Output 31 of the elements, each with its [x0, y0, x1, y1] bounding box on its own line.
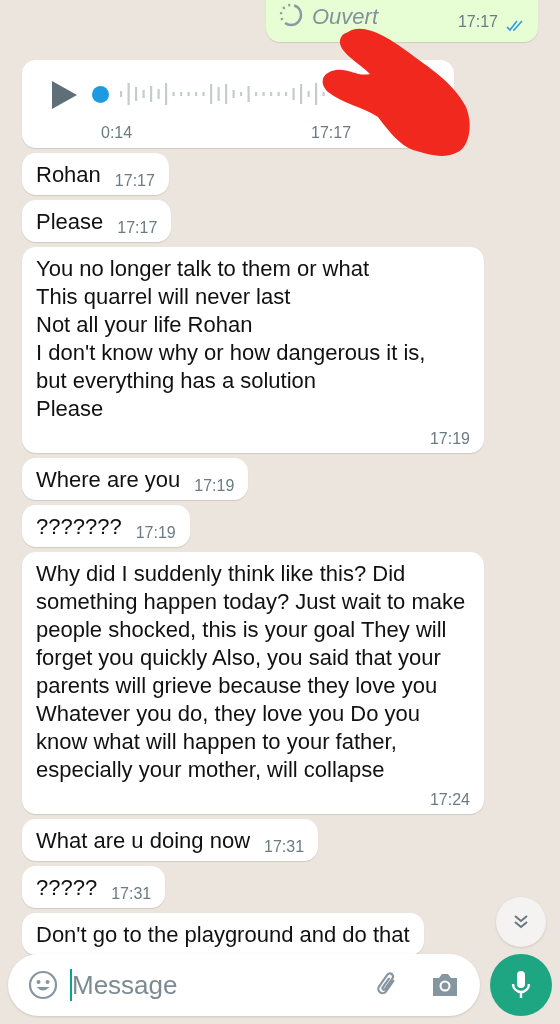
voice-duration: 0:14: [101, 123, 133, 143]
message-text: ?????: [36, 874, 98, 902]
play-icon[interactable]: [50, 80, 78, 110]
message-text: What are u doing now: [36, 827, 251, 855]
message-time: 17:31: [111, 884, 152, 904]
camera-icon[interactable]: [430, 971, 460, 999]
message-time: 17:19: [135, 523, 176, 543]
double-chevron-down-icon: [512, 913, 530, 931]
message-text: ???????: [36, 513, 122, 541]
message-time: 17:19: [429, 429, 470, 449]
message-time: 17:17: [117, 218, 158, 238]
emoji-icon[interactable]: [28, 970, 58, 1000]
microphone-icon: [510, 970, 532, 1000]
message-time: 17:17: [114, 171, 155, 191]
view-once-label: Ouvert: [312, 3, 380, 31]
message-text: Where are you: [36, 466, 181, 494]
message-time: 17:19: [194, 476, 235, 496]
message-text: Why did I suddenly think like this? Did something happen today? Just wait to make people shocked, this is your goal They will forget you quickly Also, you said that your parents will grieve because they love you Whatever you do, they love you Do you know what will happen to your father, especially your mother, will collapse: [36, 560, 467, 784]
loading-circle-icon: [278, 2, 304, 28]
scroll-down-button[interactable]: [496, 897, 546, 947]
message-time: 17:31: [264, 837, 305, 857]
message-time: 17:17: [457, 12, 498, 32]
message-text: Don't go to the playground and do that: [36, 921, 410, 949]
progress-thumb[interactable]: [92, 86, 109, 103]
message-text: You no longer talk to them or what This quarrel will never last Not all your life Rohan I don't know why or how dangerous it is, but everything has a solution Please: [36, 255, 426, 423]
message-text: Please: [36, 208, 104, 236]
message-time: 17:17: [311, 123, 352, 143]
message-text: Rohan: [36, 161, 101, 189]
message-time: 17:24: [429, 790, 470, 810]
message-input[interactable]: Message: [8, 954, 480, 1016]
message-field[interactable]: Message: [72, 965, 272, 1005]
